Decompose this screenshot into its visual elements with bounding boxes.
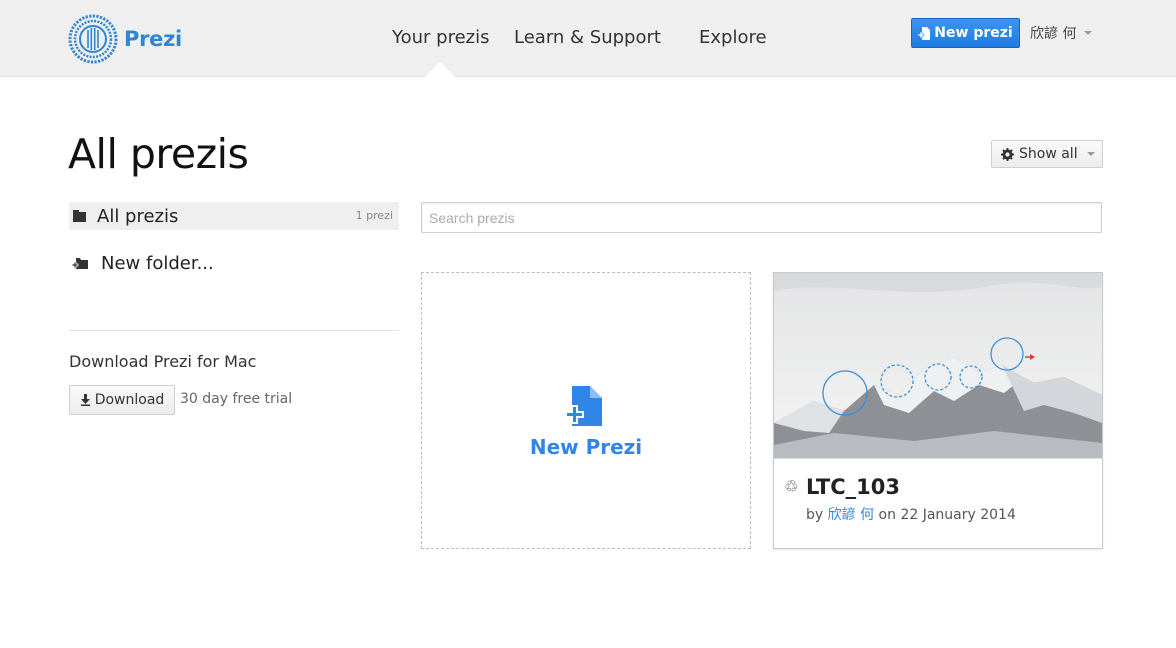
new-folder-label: New folder... xyxy=(101,252,214,274)
new-document-icon xyxy=(565,386,602,426)
prezi-count: 1 prezi xyxy=(355,209,393,222)
by-label: by xyxy=(806,507,824,523)
nav-explore[interactable]: Explore xyxy=(699,27,767,48)
mountain-thumbnail-image xyxy=(774,273,1102,458)
prezi-thumbnail[interactable] xyxy=(774,273,1102,458)
trial-note: 30 day free trial xyxy=(180,391,293,407)
new-folder-button[interactable]: New folder... xyxy=(69,250,214,276)
new-prezi-button[interactable]: New prezi xyxy=(911,18,1020,48)
prezi-card[interactable]: ♲ LTC_103 by 欣諺 何 on 22 January 2014 xyxy=(773,272,1103,549)
user-menu[interactable]: 欣諺 何 xyxy=(1030,23,1093,43)
author-link[interactable]: 欣諺 何 xyxy=(828,507,874,523)
chevron-down-icon xyxy=(1084,31,1093,35)
top-navigation-bar: Prezi Your prezis Learn & Support Explor… xyxy=(0,0,1176,78)
active-nav-indicator xyxy=(424,62,456,78)
new-prezi-label: New prezi xyxy=(934,25,1013,41)
show-all-dropdown[interactable]: Show all xyxy=(991,140,1103,168)
page-title: All prezis xyxy=(68,130,249,178)
search-input[interactable] xyxy=(421,202,1102,233)
user-name: 欣諺 何 xyxy=(1030,26,1077,42)
sidebar-item-all-prezis[interactable]: All prezis 1 prezi xyxy=(69,202,399,230)
new-prezi-card-label: New Prezi xyxy=(529,435,643,459)
folder-icon xyxy=(73,210,86,222)
download-arrow-icon xyxy=(80,394,90,406)
prezi-card-footer: ♲ LTC_103 by 欣諺 何 on 22 January 2014 xyxy=(774,458,1102,548)
gear-icon xyxy=(1001,147,1014,161)
download-title: Download Prezi for Mac xyxy=(69,352,257,371)
reusable-icon: ♲ xyxy=(784,477,799,496)
sidebar-divider xyxy=(69,330,399,331)
download-label: Download xyxy=(94,392,165,408)
nav-learn-support[interactable]: Learn & Support xyxy=(514,27,661,48)
prezi-title[interactable]: LTC_103 xyxy=(806,475,900,499)
new-prezi-card[interactable]: New Prezi xyxy=(421,272,751,549)
chevron-down-icon xyxy=(1086,152,1095,156)
new-folder-icon xyxy=(72,258,88,269)
download-button[interactable]: Download xyxy=(69,385,175,415)
sidebar-item-label: All prezis xyxy=(97,205,179,227)
on-label: on xyxy=(878,507,896,523)
show-all-label: Show all xyxy=(1019,146,1078,162)
prezi-meta: by 欣諺 何 on 22 January 2014 xyxy=(806,504,1016,524)
prezi-date: 22 January 2014 xyxy=(900,507,1016,523)
nav-your-prezis[interactable]: Your prezis xyxy=(392,27,489,48)
new-document-icon xyxy=(918,26,931,40)
